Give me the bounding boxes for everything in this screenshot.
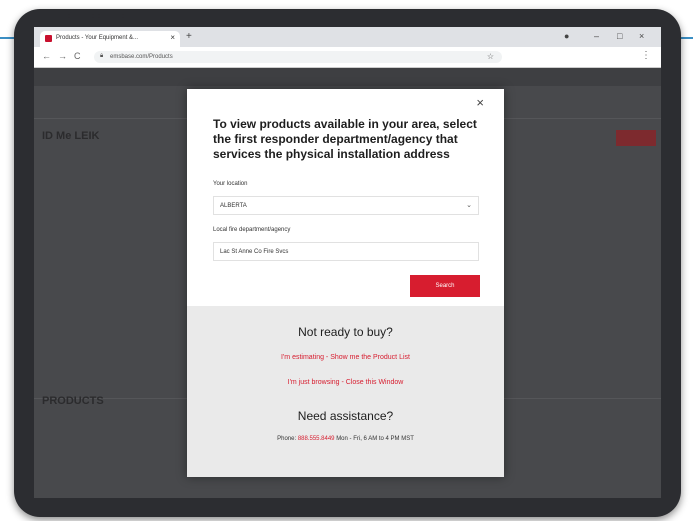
- phone-row: Phone: 888.555.8449 Mon - Fri, 6 AM to 4…: [187, 436, 504, 442]
- location-select-value: ALBERTA: [220, 203, 247, 209]
- location-select[interactable]: ALBERTA ⌄: [213, 196, 479, 215]
- not-ready-heading: Not ready to buy?: [298, 325, 393, 339]
- site-header-red-button: [616, 130, 656, 146]
- tablet-power-button: [98, 14, 124, 18]
- background-heading-products: PRODUCTS: [42, 395, 104, 407]
- modal-bottom-section: Not ready to buy? I'm estimating - Show …: [187, 306, 504, 477]
- background-heading: ID Me LEIK: [42, 130, 100, 142]
- phone-prefix: Phone:: [277, 436, 297, 442]
- browser-tab-bar: Products - Your Equipment &... × + ● – □…: [34, 27, 661, 47]
- browser-tab[interactable]: Products - Your Equipment &... ×: [40, 31, 180, 47]
- address-bar[interactable]: 🔒︎ emsbase.com/Products ☆: [94, 51, 502, 63]
- minimize-button[interactable]: –: [594, 31, 599, 41]
- new-tab-button[interactable]: +: [186, 31, 192, 42]
- star-icon[interactable]: ☆: [487, 52, 494, 61]
- profile-icon[interactable]: ●: [564, 31, 569, 41]
- forward-button[interactable]: →: [58, 51, 67, 61]
- reload-button[interactable]: C: [74, 51, 81, 61]
- browser-address-row: ← → C 🔒︎ emsbase.com/Products ☆ ⋮: [34, 47, 661, 68]
- modal-close-icon[interactable]: ×: [476, 95, 484, 110]
- location-label: Your location: [213, 181, 248, 187]
- search-button[interactable]: Search: [410, 275, 480, 297]
- need-assistance-heading: Need assistance?: [297, 409, 394, 423]
- browser-tab-title: Products - Your Equipment &...: [56, 35, 139, 41]
- tablet-screen: Products - Your Equipment &... × + ● – □…: [34, 27, 661, 498]
- agency-field-value: Lac St Anne Co Fire Svcs: [220, 249, 289, 255]
- site-header: [34, 68, 661, 86]
- back-button[interactable]: ←: [42, 51, 51, 61]
- phone-number-link[interactable]: 888.555.8449: [298, 436, 335, 442]
- location-modal: × To view products available in your are…: [187, 89, 504, 477]
- browsing-link[interactable]: I'm just browsing - Close this Window: [187, 379, 504, 386]
- tablet-volume-button: [68, 14, 94, 18]
- agency-label: Local fire department/agency: [213, 227, 291, 233]
- favicon-icon: [45, 35, 52, 42]
- tab-close-icon[interactable]: ×: [170, 33, 175, 42]
- more-vertical-icon[interactable]: ⋮: [641, 50, 651, 61]
- restore-button[interactable]: □: [617, 31, 622, 41]
- estimating-link[interactable]: I'm estimating - Show me the Product Lis…: [187, 354, 504, 361]
- hours-text: Mon - Fri, 6 AM to 4 PM MST: [336, 436, 414, 442]
- chevron-down-icon: ⌄: [466, 202, 472, 209]
- window-close-button[interactable]: ×: [639, 31, 644, 41]
- agency-field[interactable]: Lac St Anne Co Fire Svcs: [213, 242, 479, 261]
- address-url: emsbase.com/Products: [110, 54, 173, 60]
- lock-icon: 🔒︎: [100, 53, 104, 59]
- modal-title: To view products available in your area,…: [213, 117, 477, 161]
